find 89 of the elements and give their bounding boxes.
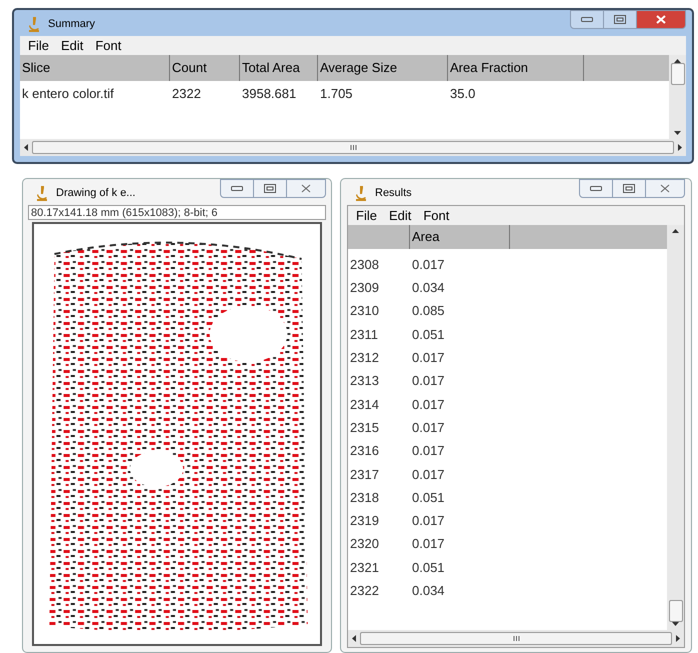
table-cell-text: 0.051 bbox=[411, 558, 446, 577]
left-arrow-icon bbox=[24, 144, 28, 151]
row-number: 2311 bbox=[349, 326, 379, 344]
left-arrow-icon bbox=[352, 635, 356, 642]
maximize-button[interactable] bbox=[254, 179, 286, 198]
row-number: 2310 bbox=[349, 302, 380, 320]
table-cell-text: 3958.681 bbox=[241, 85, 298, 104]
minimize-icon bbox=[590, 186, 602, 191]
minimize-icon bbox=[581, 17, 593, 22]
row-number: 2309 bbox=[349, 279, 380, 298]
menu-item[interactable]: Font bbox=[95, 36, 122, 56]
up-arrow-icon bbox=[674, 59, 681, 63]
maximize-button[interactable] bbox=[613, 179, 645, 198]
restore-icon bbox=[264, 184, 276, 193]
table-cell-text: 0.017 bbox=[411, 372, 446, 390]
menu-item[interactable]: Font bbox=[423, 206, 450, 226]
row-number: 2320 bbox=[349, 535, 380, 554]
row-number: 2308 bbox=[349, 256, 380, 274]
down-arrow-icon bbox=[672, 622, 679, 626]
row-number: 2322 bbox=[349, 582, 380, 600]
row-number: 2315 bbox=[349, 418, 380, 437]
table-cell-text: 0.017 bbox=[411, 512, 446, 530]
minimize-button[interactable] bbox=[570, 10, 604, 29]
table-cell-text: 0.017 bbox=[411, 256, 446, 274]
menu-item[interactable]: File bbox=[356, 206, 377, 226]
row-number: 2319 bbox=[349, 512, 380, 530]
table-cell-text: 0.017 bbox=[411, 396, 446, 414]
table-cell-text: 0.051 bbox=[411, 488, 446, 507]
scrollbar-thumb[interactable] bbox=[668, 600, 682, 622]
row-number: 2317 bbox=[349, 466, 380, 484]
right-arrow-icon bbox=[676, 635, 680, 642]
table-cell-text: 1.705 bbox=[319, 85, 354, 104]
table-cell-text: 0.034 bbox=[411, 582, 446, 600]
table-cell-text: 0.085 bbox=[411, 302, 446, 320]
column-header[interactable]: Area Fraction bbox=[448, 55, 584, 81]
close-button[interactable] bbox=[636, 10, 686, 29]
horizontal-scrollbar[interactable] bbox=[348, 630, 684, 647]
restore-icon bbox=[614, 15, 626, 24]
right-arrow-icon bbox=[678, 144, 682, 151]
table-cell-text: 0.034 bbox=[411, 279, 446, 298]
image-info: 80.17x141.18 mm (615x1083); 8-bit; 6 bbox=[28, 205, 326, 220]
row-number: 2313 bbox=[349, 372, 380, 390]
table-cell-text: 0.017 bbox=[411, 442, 446, 460]
window-title: Summary bbox=[48, 17, 96, 32]
table-cell-text: 0.051 bbox=[411, 326, 446, 344]
microscope-icon bbox=[355, 185, 367, 202]
row-number: 2316 bbox=[349, 442, 380, 460]
restore-icon bbox=[623, 184, 635, 193]
vertical-scrollbar[interactable] bbox=[667, 225, 684, 630]
scrollbar-thumb[interactable] bbox=[360, 632, 672, 645]
row-number: 2318 bbox=[349, 488, 380, 507]
grip-icon bbox=[512, 636, 520, 641]
vertical-scrollbar[interactable] bbox=[669, 55, 686, 139]
table-cell-text: 2322 bbox=[171, 85, 202, 104]
minimize-icon bbox=[231, 186, 243, 191]
column-header[interactable]: Slice bbox=[20, 55, 170, 81]
microscope-icon bbox=[36, 185, 48, 202]
row-number: 2312 bbox=[349, 349, 380, 368]
scrollbar-thumb[interactable] bbox=[670, 63, 684, 85]
down-arrow-icon bbox=[674, 131, 681, 135]
window-title: Results bbox=[375, 186, 412, 201]
table-cell-text: 0.017 bbox=[411, 535, 446, 554]
close-icon bbox=[660, 184, 670, 193]
menu-item[interactable]: File bbox=[28, 36, 49, 56]
table-cell-text: 0.017 bbox=[411, 466, 446, 484]
close-icon bbox=[301, 184, 311, 193]
close-icon bbox=[656, 15, 666, 24]
close-button[interactable] bbox=[645, 179, 685, 198]
column-header[interactable]: Count bbox=[170, 55, 240, 81]
scrollbar-thumb[interactable] bbox=[32, 141, 674, 154]
column-header[interactable]: Average Size bbox=[318, 55, 448, 81]
horizontal-scrollbar[interactable] bbox=[20, 139, 686, 156]
menu-item[interactable]: Edit bbox=[60, 36, 84, 56]
table-cell-text: 0.017 bbox=[411, 349, 446, 368]
table-cell-text: 35.0 bbox=[449, 85, 476, 104]
close-button[interactable] bbox=[286, 179, 326, 198]
grip-icon bbox=[350, 145, 356, 150]
window-title: Drawing of k e... bbox=[56, 186, 136, 201]
menu-item[interactable]: Edit bbox=[388, 206, 412, 226]
up-arrow-icon bbox=[672, 229, 679, 233]
table-cell-text: k entero color.tif bbox=[21, 85, 115, 104]
minimize-button[interactable] bbox=[220, 179, 254, 198]
microscope-icon bbox=[28, 16, 40, 32]
minimize-button[interactable] bbox=[579, 179, 613, 198]
column-header[interactable]: Total Area bbox=[240, 55, 318, 81]
maximize-button[interactable] bbox=[604, 10, 636, 29]
row-number: 2321 bbox=[349, 558, 380, 577]
table-cell-text: 0.017 bbox=[411, 418, 446, 437]
row-number: 2314 bbox=[349, 396, 380, 414]
